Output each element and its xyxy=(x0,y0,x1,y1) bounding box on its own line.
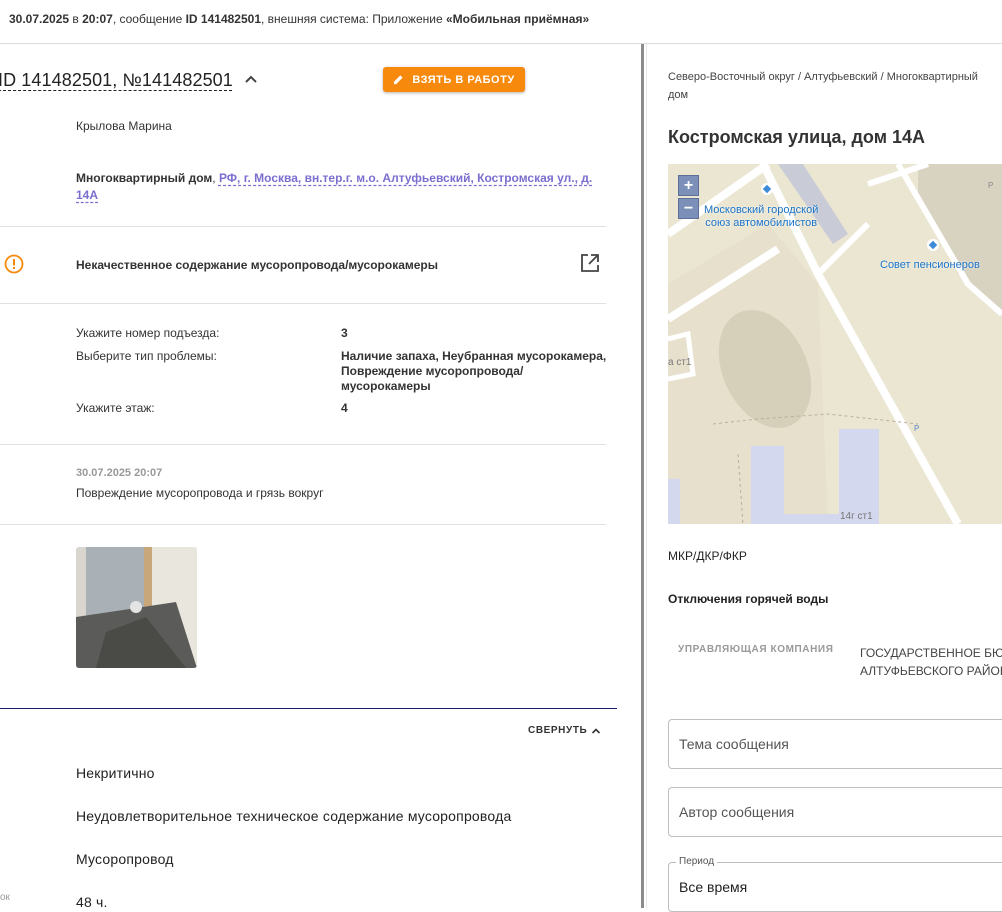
field-value-floor: 4 xyxy=(341,401,348,415)
breadcrumb: Северо-Восточный округ / Алтуфьевский / … xyxy=(668,68,1002,104)
address-link[interactable]: РФ, г. Москва, вн.тер.г. м.о. Алтуфьевск… xyxy=(219,171,592,185)
parking-icon: P xyxy=(988,181,994,190)
object-address: Костромская улица, дом 14А xyxy=(668,127,926,147)
company-value: ГОСУДАРСТВЕННОЕ БЮД АЛТУФЬЕВСКОГО РАЙОН xyxy=(860,644,1002,680)
take-to-work-button[interactable]: ВЗЯТЬ В РАБОТУ xyxy=(383,67,525,92)
problem-type-line: Повреждение мусоропровода/ xyxy=(341,364,524,378)
breadcrumb-line: Северо-Восточный округ / Алтуфьевский / … xyxy=(668,71,978,83)
photo-content xyxy=(76,547,197,668)
map-poi-icon[interactable] xyxy=(761,183,773,195)
chevron-up-icon[interactable] xyxy=(244,72,258,86)
map-poi-label-line: Московский городской xyxy=(704,204,819,216)
field-label-problem-type: Выберите тип проблемы: xyxy=(76,349,217,363)
problem-title: Некачественное содержание мусоропровода/… xyxy=(76,258,438,272)
map-poi-label[interactable]: Московский городской союз автомобилистов xyxy=(704,204,818,230)
section-divider xyxy=(0,303,606,304)
map-zoom-out-button[interactable]: − xyxy=(678,198,699,219)
attachment-photo[interactable] xyxy=(76,547,197,668)
period-value: Все время xyxy=(679,879,748,895)
parking-icon: P xyxy=(914,424,920,433)
author-input[interactable]: Автор сообщения xyxy=(668,787,1002,837)
problem-type-line: мусорокамеры xyxy=(341,379,431,393)
section-divider xyxy=(0,226,606,227)
ticket-title[interactable]: ID 141482501, №141482501 xyxy=(0,70,233,91)
comment-text: Повреждение мусоропровода и грязь вокруг xyxy=(76,486,324,500)
ticket-panel: ID 141482501, №141482501 ВЗЯТЬ В РАБОТУ … xyxy=(0,44,640,910)
map[interactable]: + − Московский городской союз автомобили… xyxy=(668,164,1002,524)
period-select[interactable]: Период Все время xyxy=(668,856,1002,912)
section-divider xyxy=(0,524,606,525)
header-in: в xyxy=(69,12,83,26)
address-link-tail[interactable]: 14А xyxy=(76,188,98,202)
header-mid: , сообщение xyxy=(112,12,186,26)
map-poi-label[interactable]: Совет пенсионеров xyxy=(880,259,980,271)
open-external-icon[interactable] xyxy=(580,253,600,273)
period-label: Период xyxy=(676,856,718,867)
collapse-label: СВЕРНУТЬ xyxy=(528,725,588,736)
side-label: ок xyxy=(0,892,10,903)
section-capital-repair[interactable]: МКР/ДКР/ФКР xyxy=(668,549,747,563)
header-app: «Мобильная приёмная» xyxy=(445,12,590,26)
map-building-label: 14г ст1 xyxy=(840,511,873,522)
panel-resize-handle[interactable] xyxy=(641,44,644,908)
company-value-line: АЛТУФЬЕВСКОГО РАЙОН xyxy=(860,664,1002,678)
header-id: ID 141482501 xyxy=(185,12,261,26)
topic-placeholder: Тема сообщения xyxy=(679,736,789,752)
warning-icon xyxy=(4,254,24,274)
header-ext: , внешняя система: Приложение xyxy=(261,12,446,26)
breadcrumb-line: дом xyxy=(668,89,689,101)
topic-input[interactable]: Тема сообщения xyxy=(668,719,1002,769)
company-value-line: ГОСУДАРСТВЕННОЕ БЮД xyxy=(860,646,1002,660)
info-category: Неудовлетворительное техническое содержа… xyxy=(76,808,512,824)
section-hot-water[interactable]: Отключения горячей воды xyxy=(668,592,828,606)
info-priority: Некритично xyxy=(76,765,155,781)
chevron-up-icon xyxy=(592,727,601,734)
header-date: 30.07.2025 xyxy=(9,12,70,26)
map-poi-icon[interactable] xyxy=(927,239,939,251)
map-poi-label-line: союз автомобилистов xyxy=(705,217,818,229)
ticket-author: Крылова Марина xyxy=(76,119,172,133)
map-zoom-in-button[interactable]: + xyxy=(678,175,699,196)
company-label: УПРАВЛЯЮЩАЯ КОМПАНИЯ xyxy=(678,644,834,655)
object-panel: Северо-Восточный округ / Алтуфьевский / … xyxy=(647,44,1002,912)
pencil-icon xyxy=(394,75,403,85)
info-object: Мусоропровод xyxy=(76,851,174,867)
take-to-work-label: ВЗЯТЬ В РАБОТУ xyxy=(412,73,515,86)
problem-type-line: Наличие запаха, Неубранная мусорокамера, xyxy=(341,349,607,363)
section-divider-accent xyxy=(0,708,617,709)
address-type: Многоквартирный дом xyxy=(76,171,213,185)
field-value-entrance: 3 xyxy=(341,326,348,340)
author-placeholder: Автор сообщения xyxy=(679,804,795,820)
message-header: 30.07.2025 в 20:07, сообщение ID 1414825… xyxy=(0,0,1002,44)
field-value-problem-type: Наличие запаха, Неубранная мусорокамера,… xyxy=(341,349,606,394)
collapse-button[interactable]: СВЕРНУТЬ xyxy=(528,725,601,736)
ticket-address: Многоквартирный дом, РФ, г. Москва, вн.т… xyxy=(76,171,593,202)
field-label-entrance: Укажите номер подъезда: xyxy=(76,326,220,340)
map-building-label: а ст1 xyxy=(668,357,692,368)
comment-date: 30.07.2025 20:07 xyxy=(76,467,163,479)
header-time: 20:07 xyxy=(82,12,113,26)
field-label-floor: Укажите этаж: xyxy=(76,401,155,415)
section-divider xyxy=(0,444,606,445)
